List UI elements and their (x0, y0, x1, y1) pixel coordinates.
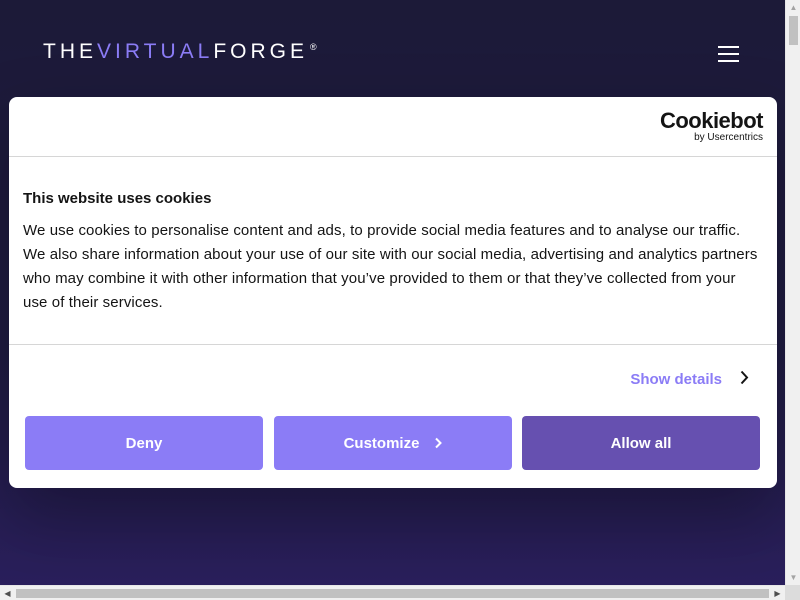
customize-button[interactable]: Customize (274, 416, 512, 470)
menu-line (718, 53, 739, 55)
consent-buttons: Deny Customize Allow all (25, 416, 761, 470)
vertical-scrollbar[interactable]: ▲ ▼ (785, 0, 800, 585)
scroll-right-arrow-icon[interactable]: ▶ (770, 586, 785, 600)
cookiebot-brand-sub: by Usercentrics (694, 132, 763, 143)
logo-text-forge: FORGE (213, 40, 308, 63)
scrollbar-corner (785, 585, 800, 600)
dialog-title: This website uses cookies (23, 190, 212, 207)
logo-text-the: THE (43, 40, 97, 63)
deny-label: Deny (125, 434, 163, 452)
allow-all-button[interactable]: Allow all (522, 416, 760, 470)
show-details-label: Show details (630, 371, 722, 388)
show-details-link[interactable]: Show details (630, 370, 749, 389)
dialog-header: Cookiebot by Usercentrics (9, 97, 777, 157)
hamburger-menu-icon[interactable] (718, 46, 740, 64)
scroll-up-arrow-icon[interactable]: ▲ (786, 0, 800, 15)
vertical-scroll-thumb[interactable] (789, 16, 798, 45)
chevron-right-icon (740, 370, 749, 389)
page-viewport: THEVIRTUALFORGE ® Cookiebot by Usercentri… (0, 0, 785, 585)
menu-line (718, 60, 739, 62)
horizontal-scrollbar[interactable]: ◀ ▶ (0, 585, 785, 600)
menu-line (718, 46, 739, 48)
cookiebot-brand: Cookiebot (659, 108, 764, 133)
scroll-down-arrow-icon[interactable]: ▼ (786, 570, 800, 585)
deny-button[interactable]: Deny (25, 416, 263, 470)
dialog-body: This website uses cookies We use cookies… (9, 157, 777, 345)
horizontal-scroll-thumb[interactable] (16, 589, 769, 598)
logo-registered-mark: ® (309, 42, 317, 52)
logo-text-virtual: VIRTUAL (97, 40, 214, 63)
chevron-right-icon (435, 437, 443, 449)
dialog-description: We use cookies to personalise content an… (23, 222, 758, 311)
site-logo[interactable]: THEVIRTUALFORGE ® (43, 40, 317, 64)
scroll-left-arrow-icon[interactable]: ◀ (0, 586, 15, 600)
cookiebot-logo: Cookiebot by Usercentrics (659, 108, 764, 144)
cookie-consent-dialog: Cookiebot by Usercentrics This website u… (9, 97, 777, 488)
details-row: Show details (9, 345, 777, 413)
allow-all-label: Allow all (610, 434, 672, 452)
customize-label: Customize (343, 434, 420, 452)
